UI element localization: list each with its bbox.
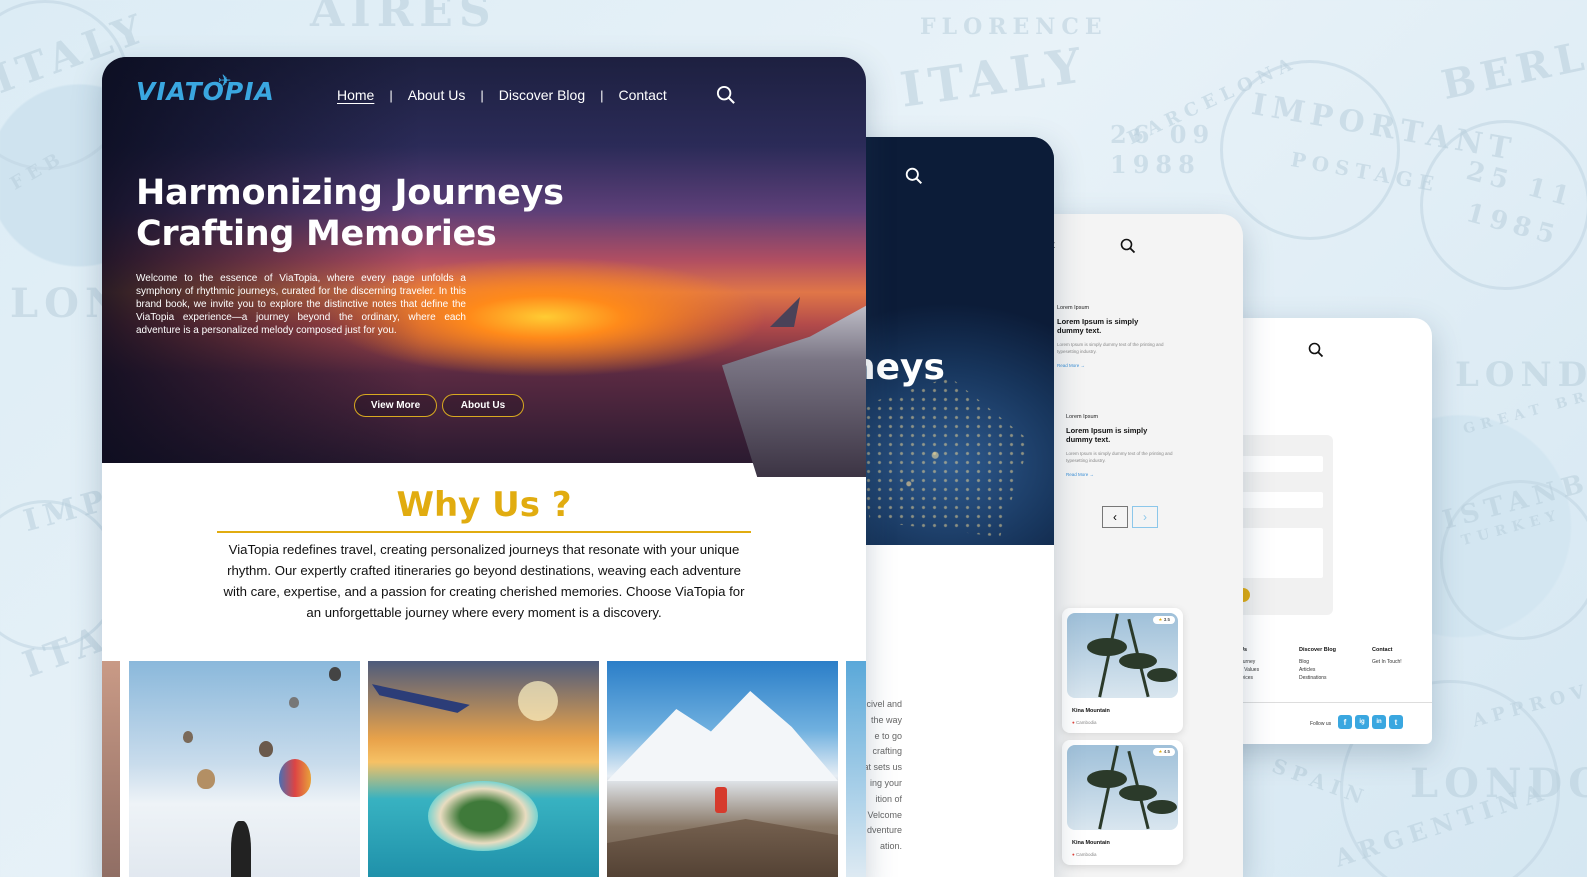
post-description: Lorem Ipsum is simply dummy text of the … [1066, 451, 1173, 463]
search-icon[interactable] [905, 167, 923, 185]
tour-title: Kina Mountain [1072, 840, 1110, 846]
gallery-photo-island[interactable] [368, 661, 599, 877]
tour-location: ● Cambodia [1072, 720, 1097, 725]
tour-image [1067, 613, 1178, 698]
view-more-button[interactable]: View More [354, 394, 437, 417]
why-us-text: ViaTopia redefines travel, creating pers… [223, 542, 745, 620]
next-arrow-button[interactable]: › [1132, 506, 1158, 528]
post-kicker: Lorem Ipsum [1057, 305, 1090, 311]
tour-image [1067, 745, 1178, 830]
footer-col-blog: Discover Blog Blog Articles Destinations [1299, 646, 1336, 682]
blog-post[interactable]: Lorem Ipsum Lorem Ipsum is simply dummy … [1057, 305, 1167, 368]
hero-section: VIATOPIA ✈ Home | About Us | Discover Bl… [102, 57, 866, 477]
gallery-photo-mountain[interactable] [607, 661, 838, 877]
search-icon[interactable] [1120, 238, 1136, 254]
footer-link[interactable]: Articles [1299, 666, 1336, 674]
stamp-text: FLORENCE [920, 14, 1108, 40]
read-more-link[interactable]: Read More → [1057, 363, 1167, 368]
brand-logo[interactable]: VIATOPIA ✈ [136, 71, 275, 106]
stamp-text: AIRES [310, 0, 497, 37]
tour-title: Kina Mountain [1072, 708, 1110, 714]
about-us-button[interactable]: About Us [442, 394, 524, 417]
prev-arrow-button[interactable]: ‹ [1102, 506, 1128, 528]
gallery-photo-balloons[interactable] [129, 661, 360, 877]
airplane-icon: ✈ [218, 71, 233, 90]
footer-heading: Contact [1372, 647, 1393, 653]
rating-badge: ★ 3.5 [1153, 616, 1175, 624]
hero-intro: Welcome to the essence of ViaTopia, wher… [136, 273, 466, 336]
nav-home[interactable]: Home [322, 87, 389, 103]
rating-badge: ★ 4.5 [1153, 748, 1175, 756]
read-more-link[interactable]: Read More → [1066, 472, 1176, 477]
nav-blog[interactable]: Discover Blog [484, 87, 600, 103]
why-us-divider [217, 531, 751, 533]
gallery-photo[interactable] [102, 661, 120, 877]
stamp-text: LONDON [1455, 355, 1587, 395]
gallery-photo[interactable] [846, 661, 866, 877]
home-page-preview: VIATOPIA ✈ Home | About Us | Discover Bl… [102, 57, 866, 877]
stamp-text: ITALY [897, 37, 1091, 119]
blog-post[interactable]: Lorem Ipsum Lorem Ipsum is simply dummy … [1066, 414, 1176, 477]
search-icon[interactable] [1308, 342, 1324, 358]
hero-title: Harmonizing Journeys Crafting Memories [136, 173, 564, 254]
tour-location: ● Cambodia [1072, 852, 1097, 857]
footer-link[interactable]: Destinations [1299, 674, 1336, 682]
nav-about[interactable]: About Us [393, 87, 481, 103]
footer-link[interactable]: Get In Touch! [1372, 658, 1402, 666]
facebook-icon[interactable]: f [1338, 715, 1352, 729]
tour-card[interactable]: ★ 3.5 Kina Mountain ● Cambodia [1062, 608, 1183, 733]
stamp-text: LONDON [1410, 760, 1587, 807]
stamp-text: BERLIN [1437, 17, 1587, 110]
tour-card[interactable]: ★ 4.5 Kina Mountain ● Cambodia [1062, 740, 1183, 865]
twitter-icon[interactable]: t [1389, 715, 1403, 729]
post-heading: Lorem Ipsum is simply dummy text. [1066, 426, 1148, 444]
instagram-icon[interactable]: ig [1355, 715, 1369, 729]
linkedin-icon[interactable]: in [1372, 715, 1386, 729]
footer-heading: Discover Blog [1299, 647, 1336, 653]
footer-link[interactable]: Blog [1299, 658, 1336, 666]
stamp-text: 26 09 [1110, 120, 1216, 149]
why-us-title: Why Us ? [396, 485, 572, 525]
follow-label: Follow us [1310, 721, 1332, 727]
post-description: Lorem Ipsum is simply dummy text of the … [1057, 342, 1164, 354]
stamp-text: 1988 [1110, 150, 1201, 179]
search-icon[interactable] [716, 85, 736, 105]
footer-col-contact: Contact Get In Touch! [1372, 646, 1402, 666]
post-heading: Lorem Ipsum is simply dummy text. [1057, 317, 1139, 335]
post-kicker: Lorem Ipsum [1066, 414, 1099, 420]
nav-contact[interactable]: Contact [604, 87, 682, 103]
main-nav: Home | About Us | Discover Blog | Contac… [322, 87, 682, 103]
